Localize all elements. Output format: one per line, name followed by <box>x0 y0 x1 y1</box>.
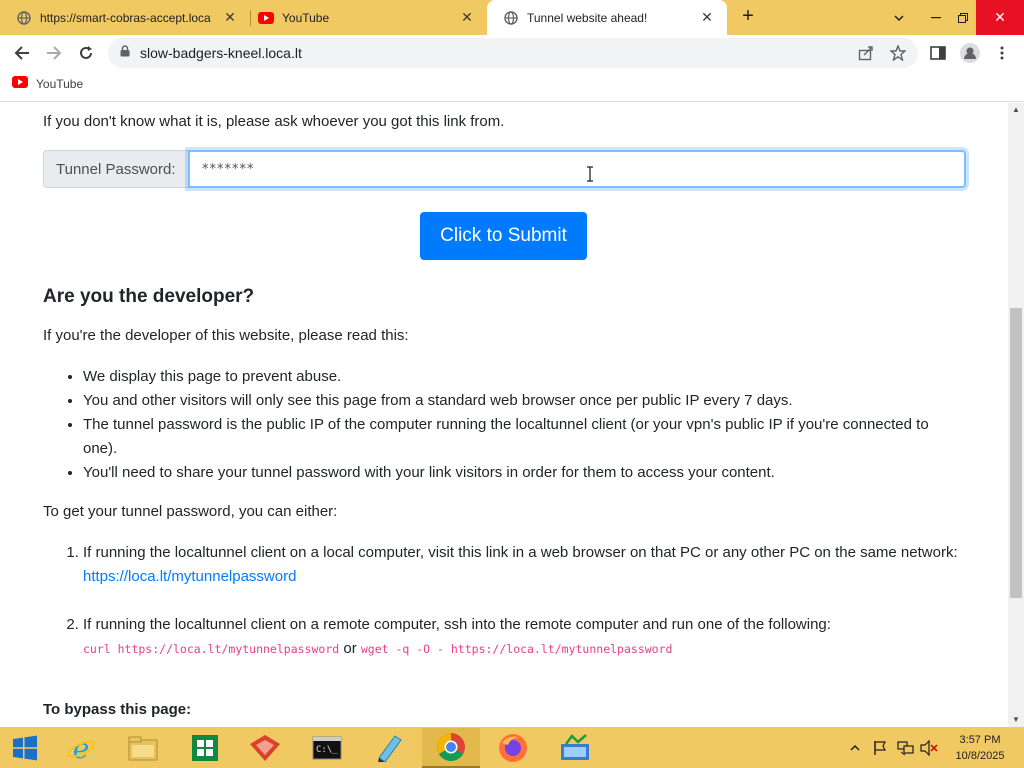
youtube-icon <box>12 76 28 91</box>
step2-text: If running the localtunnel client on a r… <box>83 616 831 633</box>
scrollbar-thumb[interactable] <box>1010 308 1022 598</box>
submit-button[interactable]: Click to Submit <box>420 212 587 260</box>
internet-explorer-icon[interactable]: e <box>52 728 110 768</box>
vertical-scrollbar[interactable]: ▲ ▼ <box>1008 103 1024 727</box>
page-content: If you don't know what it is, please ask… <box>0 103 1008 727</box>
reload-icon[interactable] <box>74 41 98 65</box>
password-input[interactable]: ******* <box>188 150 966 188</box>
globe-icon <box>503 10 519 26</box>
start-icon[interactable] <box>0 728 50 768</box>
bookmark-youtube[interactable]: YouTube <box>12 76 83 91</box>
close-icon[interactable]: ✕ <box>220 9 240 26</box>
password-value: ******* <box>202 161 255 177</box>
globe-icon <box>16 10 32 26</box>
bookmark-star-icon[interactable] <box>886 41 910 65</box>
scroll-down-arrow-icon[interactable]: ▼ <box>1008 713 1024 727</box>
side-panel-icon[interactable] <box>926 41 950 65</box>
clock-date: 10/8/2025 <box>955 750 1005 762</box>
list-item: You and other visitors will only see thi… <box>83 389 963 413</box>
minimize-icon[interactable] <box>922 0 950 35</box>
chrome-icon[interactable] <box>422 728 480 768</box>
list-item: We display this page to prevent abuse. <box>83 365 963 389</box>
text-cursor-icon <box>586 166 593 182</box>
password-input-group: Tunnel Password: ******* <box>43 150 966 188</box>
bypass-heading: To bypass this page: <box>43 701 192 718</box>
notepad-icon[interactable] <box>360 728 418 768</box>
store-icon[interactable] <box>176 728 234 768</box>
menu-dots-icon[interactable] <box>990 41 1014 65</box>
intro-text: If you don't know what it is, please ask… <box>43 113 505 130</box>
get-password-text: To get your tunnel password, you can eit… <box>43 503 338 520</box>
tab-title: Tunnel website ahead! <box>527 10 648 25</box>
tab-search-icon[interactable] <box>886 0 912 35</box>
app2-icon[interactable] <box>546 728 604 768</box>
svg-text:C:\_: C:\_ <box>316 745 338 755</box>
profile-avatar-icon[interactable] <box>958 41 982 65</box>
taskbar: e C:\_ 3:57 PM 10/8/2025 <box>0 727 1024 768</box>
mytunnelpassword-link[interactable]: https://loca.lt/mytunnelpassword <box>83 568 296 585</box>
flag-icon[interactable] <box>872 727 888 768</box>
tab-youtube[interactable]: YouTube ✕ <box>242 0 487 35</box>
browser-toolbar: slow-badgers-kneel.loca.lt <box>0 35 1024 70</box>
developer-heading: Are you the developer? <box>43 286 255 307</box>
tab-title: YouTube <box>282 10 330 25</box>
list-item: If running the localtunnel client on a l… <box>83 541 963 589</box>
curl-command: curl https://loca.lt/mytunnelpassword <box>83 642 340 656</box>
bookmark-label: YouTube <box>36 76 84 91</box>
list-item: If running the localtunnel client on a r… <box>83 613 963 661</box>
step1-text: If running the localtunnel client on a l… <box>83 544 958 561</box>
address-bar[interactable]: slow-badgers-kneel.loca.lt <box>108 38 918 68</box>
tab-title: https://smart-cobras-accept.loca <box>40 10 211 25</box>
wget-command: wget -q -O - https://loca.lt/mytunnelpas… <box>360 642 673 656</box>
scroll-up-arrow-icon[interactable]: ▲ <box>1008 103 1024 117</box>
back-arrow-icon[interactable] <box>10 41 34 65</box>
tab-tunnel[interactable]: Tunnel website ahead! ✕ <box>487 0 727 35</box>
restore-icon[interactable] <box>950 0 976 35</box>
taskbar-clock[interactable]: 3:57 PM 10/8/2025 <box>950 732 1010 764</box>
url-text: slow-badgers-kneel.loca.lt <box>140 45 302 61</box>
svg-text:e: e <box>73 733 90 763</box>
share-icon[interactable] <box>854 41 878 65</box>
network-icon[interactable] <box>897 727 915 768</box>
password-label: Tunnel Password: <box>43 150 188 188</box>
lock-icon[interactable] <box>120 44 130 62</box>
app-icon[interactable] <box>236 728 294 768</box>
clock-time: 3:57 PM <box>959 734 1001 746</box>
developer-text: If you're the developer of this website,… <box>43 327 409 344</box>
terminal-icon[interactable]: C:\_ <box>298 728 356 768</box>
list-item: The tunnel password is the public IP of … <box>83 413 963 461</box>
close-icon[interactable]: ✕ <box>697 9 717 26</box>
or-text: or <box>343 640 357 657</box>
show-hidden-icons-icon[interactable] <box>850 727 860 768</box>
volume-muted-icon[interactable] <box>920 727 938 768</box>
firefox-icon[interactable] <box>484 728 542 768</box>
youtube-icon <box>258 10 274 26</box>
tab-strip: https://smart-cobras-accept.loca ✕ YouTu… <box>0 0 1024 35</box>
close-icon[interactable]: ✕ <box>457 9 477 26</box>
tab-smart-cobras[interactable]: https://smart-cobras-accept.loca ✕ <box>0 0 250 35</box>
file-explorer-icon[interactable] <box>114 728 172 768</box>
info-bullet-list: We display this page to prevent abuse. Y… <box>83 365 963 485</box>
list-item: You'll need to share your tunnel passwor… <box>83 461 963 485</box>
bookmarks-bar: YouTube <box>0 70 1024 102</box>
forward-arrow-icon[interactable] <box>42 41 66 65</box>
password-steps-list: If running the localtunnel client on a l… <box>83 541 963 685</box>
new-tab-icon[interactable]: + <box>737 5 759 27</box>
window-close-icon[interactable]: ✕ <box>976 0 1024 35</box>
